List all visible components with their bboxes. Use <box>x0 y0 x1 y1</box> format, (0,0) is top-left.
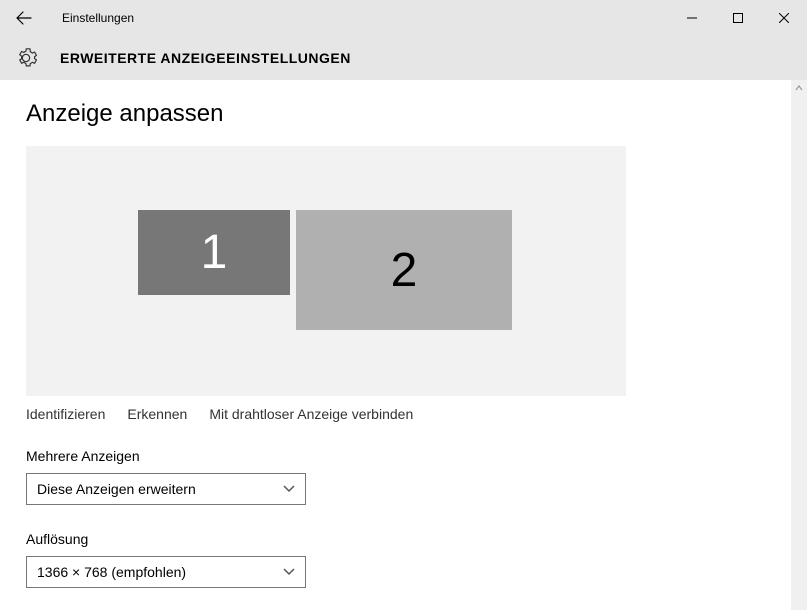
minimize-button[interactable] <box>669 0 715 35</box>
multiple-displays-label: Mehrere Anzeigen <box>26 448 781 464</box>
detect-link[interactable]: Erkennen <box>127 406 187 422</box>
page-header-title: ERWEITERTE ANZEIGEEINSTELLUNGEN <box>60 50 351 66</box>
identify-link[interactable]: Identifizieren <box>26 406 105 422</box>
content-area: Anzeige anpassen 1 2 Identifizieren Erke… <box>0 80 807 610</box>
back-arrow-icon <box>16 10 32 26</box>
monitor-2[interactable]: 2 <box>296 210 512 330</box>
minimize-icon <box>687 13 697 23</box>
header-section: ERWEITERTE ANZEIGEEINSTELLUNGEN <box>0 36 807 80</box>
window-controls <box>669 0 807 35</box>
close-icon <box>779 13 789 23</box>
maximize-icon <box>733 13 743 23</box>
monitor-1[interactable]: 1 <box>138 210 290 295</box>
window-title: Einstellungen <box>62 11 134 25</box>
gear-icon <box>14 46 38 70</box>
multiple-displays-value: Diese Anzeigen erweitern <box>37 481 196 497</box>
back-button[interactable] <box>0 0 48 35</box>
main-heading: Anzeige anpassen <box>26 100 781 128</box>
titlebar-left: Einstellungen <box>0 0 134 35</box>
display-arrangement-canvas[interactable]: 1 2 <box>26 146 626 396</box>
chevron-down-icon <box>283 568 295 576</box>
multiple-displays-dropdown[interactable]: Diese Anzeigen erweitern <box>26 473 306 505</box>
maximize-button[interactable] <box>715 0 761 35</box>
resolution-value: 1366 × 768 (empfohlen) <box>37 564 186 580</box>
chevron-down-icon <box>283 485 295 493</box>
chevron-up-icon <box>795 85 803 91</box>
resolution-label: Auflösung <box>26 531 781 547</box>
titlebar: Einstellungen <box>0 0 807 36</box>
close-button[interactable] <box>761 0 807 35</box>
action-links: Identifizieren Erkennen Mit drahtloser A… <box>26 406 781 422</box>
scroll-up-arrow[interactable] <box>791 80 807 96</box>
vertical-scrollbar[interactable] <box>791 80 807 610</box>
connect-wireless-link[interactable]: Mit drahtloser Anzeige verbinden <box>209 406 413 422</box>
resolution-dropdown[interactable]: 1366 × 768 (empfohlen) <box>26 556 306 588</box>
